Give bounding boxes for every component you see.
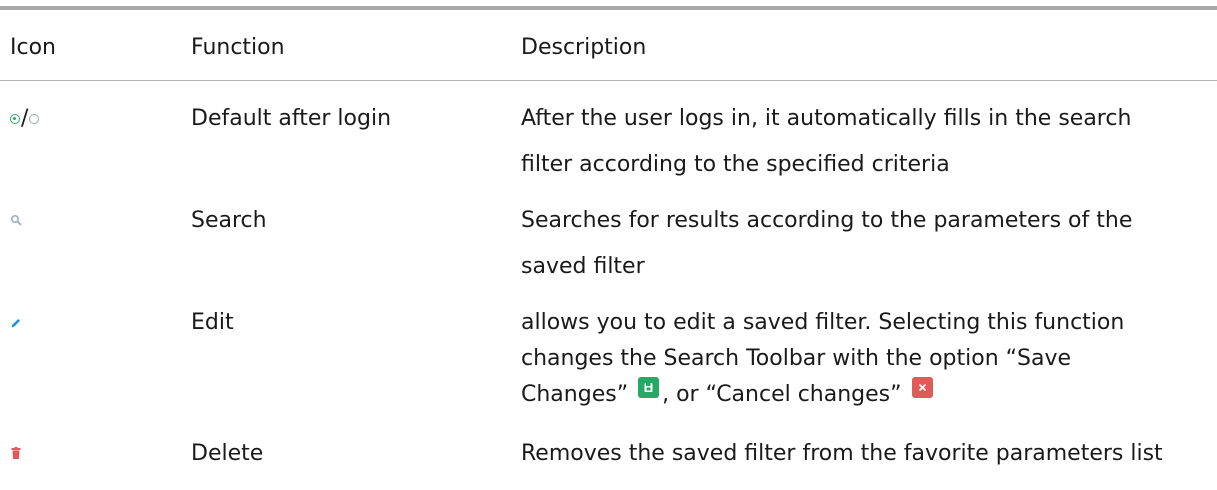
description-line: allows you to edit a saved filter. Selec… (521, 310, 1125, 335)
radio-unselected-icon (29, 114, 40, 124)
table-row-edit: Edit allows you to edit a saved filter. … (0, 305, 1217, 415)
trash-icon (10, 447, 22, 460)
table-header-row: Icon Function Description (0, 10, 1217, 81)
radio-selected-unselected-icon: / (10, 101, 40, 137)
table-row-delete: Delete Removes the saved filter from the… (0, 436, 1217, 476)
description-fragment: Changes” (521, 382, 629, 407)
description-line: Changes” , or “Cancel changes” (521, 377, 1201, 413)
header-function: Function (191, 35, 285, 60)
description-line: saved filter (521, 254, 645, 279)
table-row-search: Search Searches for results according to… (0, 203, 1217, 285)
header-icon: Icon (10, 35, 56, 60)
function-default-after-login: Default after login (191, 106, 392, 131)
description-default-after-login: After the user logs in, it automatically… (521, 101, 1201, 183)
save-changes-button-icon (638, 377, 660, 398)
description-line: Searches for results according to the pa… (521, 208, 1133, 233)
description-search: Searches for results according to the pa… (521, 203, 1201, 285)
pencil-icon (10, 317, 22, 329)
description-delete: Removes the saved filter from the favori… (521, 436, 1217, 472)
function-edit: Edit (191, 310, 234, 335)
description-line: After the user logs in, it automatically… (521, 106, 1132, 131)
search-icon (10, 214, 22, 226)
description-edit: allows you to edit a saved filter. Selec… (521, 305, 1201, 413)
radio-selected-icon (10, 114, 20, 124)
description-line: filter according to the specified criter… (521, 152, 950, 177)
header-description: Description (521, 35, 647, 60)
description-line: changes the Search Toolbar with the opti… (521, 346, 1072, 371)
function-delete: Delete (191, 441, 264, 466)
cancel-changes-button-icon (911, 377, 933, 398)
description-fragment: , or “Cancel changes” (662, 382, 902, 407)
table-row-default-after-login: / Default after login After the user log… (0, 101, 1217, 183)
description-line: Removes the saved filter from the favori… (521, 441, 1163, 466)
icon-separator: / (21, 106, 29, 131)
function-search: Search (191, 208, 267, 233)
